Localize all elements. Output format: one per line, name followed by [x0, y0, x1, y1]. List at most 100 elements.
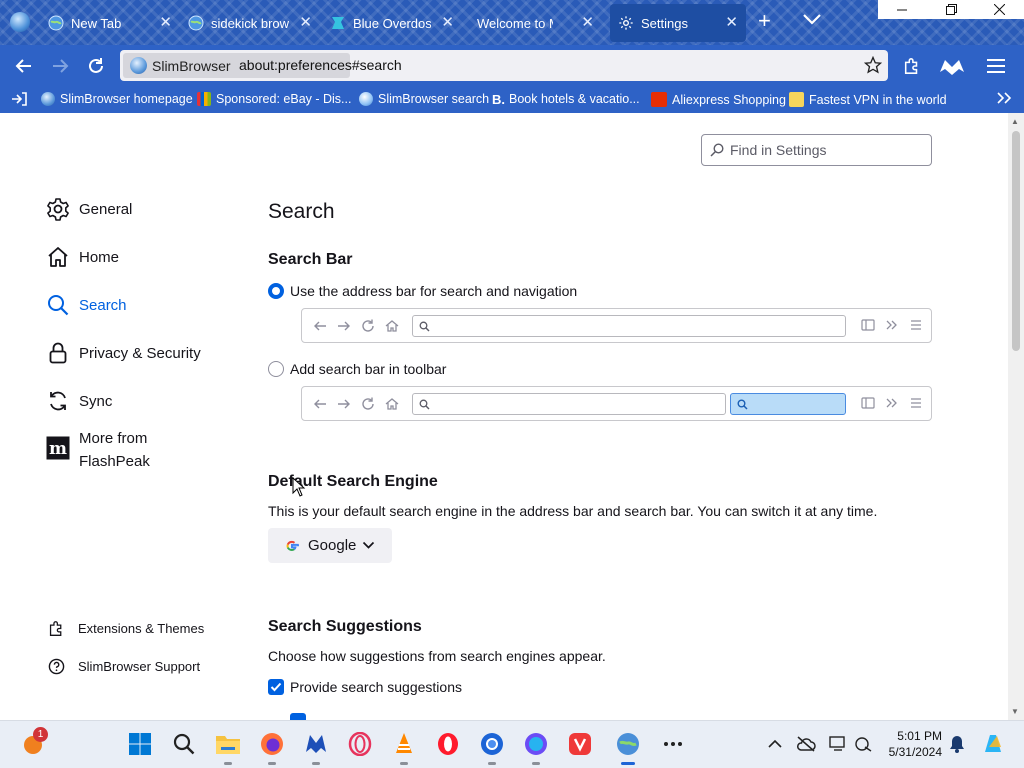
close-icon[interactable]: ✕: [159, 15, 172, 30]
extensions-icon[interactable]: [901, 55, 923, 77]
scroll-down-icon[interactable]: ▼: [1011, 707, 1019, 716]
malwarebytes-taskbar-icon[interactable]: [303, 731, 329, 765]
bookmarks-toolbar: SlimBrowser homepage Sponsored: eBay - D…: [0, 87, 1024, 113]
radio-button-checked[interactable]: [268, 283, 284, 299]
cloud-offline-icon[interactable]: [793, 731, 819, 757]
sidebar-item-more-from-flashpeak[interactable]: m More from FlashPeak: [45, 427, 169, 473]
network-status-icon[interactable]: [851, 731, 877, 757]
running-indicator: [400, 762, 408, 765]
vivaldi-icon[interactable]: [567, 731, 593, 757]
tab-label: New Tab: [71, 15, 122, 31]
sidebar-item-sync[interactable]: Sync: [45, 388, 112, 414]
slimbrowser-logo-icon[interactable]: [10, 12, 30, 32]
close-icon[interactable]: ✕: [299, 15, 312, 30]
close-icon[interactable]: ✕: [441, 15, 454, 30]
hamburger-menu-icon[interactable]: [985, 55, 1007, 77]
vlc-icon[interactable]: [391, 731, 417, 765]
checkbox-checked[interactable]: [268, 679, 284, 695]
opera-icon[interactable]: [435, 731, 461, 757]
sidebar-item-general[interactable]: General: [45, 196, 132, 222]
taskbar-search-icon[interactable]: [171, 731, 197, 757]
opera-gx-icon[interactable]: [347, 731, 373, 757]
reload-icon: [362, 319, 374, 332]
bookmark-slimbrowser-search[interactable]: SlimBrowser search: [359, 92, 489, 106]
new-tab-button[interactable]: +: [758, 10, 771, 32]
bookmark-star-icon[interactable]: [863, 55, 883, 79]
import-bookmarks-icon[interactable]: [11, 92, 27, 106]
more-bookmarks-chevron-icon[interactable]: [996, 91, 1012, 105]
search-suggestions-description: Choose how suggestions from search engin…: [268, 648, 606, 664]
bookmark-ebay[interactable]: Sponsored: eBay - Dis...: [197, 92, 351, 106]
navigation-toolbar: SlimBrowser about:preferences#search: [0, 45, 1024, 87]
ebay-icon: [197, 92, 211, 106]
radio-use-address-bar[interactable]: Use the address bar for search and navig…: [268, 283, 577, 299]
clock[interactable]: 5:01 PM 5/31/2024: [880, 728, 942, 760]
file-explorer-icon[interactable]: [215, 731, 241, 765]
radio-button-unchecked[interactable]: [268, 361, 284, 377]
sidebar-item-search[interactable]: Search: [45, 292, 127, 318]
tab-settings[interactable]: Settings ✕: [610, 4, 746, 42]
preview-right-icons: [861, 396, 923, 410]
preview-url-field: [412, 393, 726, 415]
copilot-icon[interactable]: [980, 731, 1006, 757]
close-window-icon[interactable]: [975, 0, 1024, 19]
address-bar[interactable]: SlimBrowser about:preferences#search: [120, 50, 888, 81]
find-in-settings-input[interactable]: Find in Settings: [701, 134, 932, 166]
sidebar-link-extensions-themes[interactable]: Extensions & Themes: [47, 619, 204, 637]
tab-sidekick[interactable]: sidekick browser ✕: [188, 4, 320, 42]
sidebar-icon: [861, 319, 875, 331]
bookmark-aliexpress[interactable]: Aliexpress Shopping: [651, 92, 786, 107]
minimize-icon[interactable]: [878, 0, 927, 19]
reload-icon: [362, 397, 374, 410]
more-apps-icon[interactable]: [660, 731, 686, 757]
tab-malwarebytes[interactable]: Welcome to Malwarebytes ✕: [470, 4, 602, 42]
tab-new-tab[interactable]: New Tab ✕: [48, 4, 180, 42]
bookmark-vpn[interactable]: Fastest VPN in the world: [789, 92, 947, 107]
forward-arrow-icon[interactable]: [49, 55, 71, 77]
restore-icon[interactable]: [927, 0, 976, 19]
tray-chevron-up-icon[interactable]: [762, 731, 788, 757]
menu-icon: [911, 320, 921, 330]
checkbox-checked[interactable]: [290, 713, 306, 720]
close-icon[interactable]: ✕: [581, 15, 594, 30]
clock-time: 5:01 PM: [897, 729, 942, 743]
chevron-down-icon: [362, 541, 375, 550]
partial-checkbox-row[interactable]: [290, 713, 312, 720]
gear-icon: [618, 15, 634, 31]
slimbrowser-taskbar-icon[interactable]: [615, 731, 641, 765]
windows-start-icon[interactable]: [127, 731, 153, 757]
weather-widget-icon[interactable]: 1: [20, 727, 48, 757]
sidebar-item-home[interactable]: Home: [45, 244, 119, 270]
close-icon[interactable]: ✕: [725, 15, 738, 30]
chromium-icon[interactable]: [479, 731, 505, 765]
display-icon[interactable]: [825, 731, 851, 757]
scrollbar-thumb[interactable]: [1012, 131, 1020, 351]
sidebar-item-privacy-security[interactable]: Privacy & Security: [45, 340, 201, 366]
search-icon: [45, 292, 71, 318]
provide-suggestions-checkbox-row[interactable]: Provide search suggestions: [268, 679, 462, 695]
search-icon: [710, 143, 724, 157]
globe-icon: [48, 15, 64, 31]
firefox-icon[interactable]: [259, 731, 285, 765]
home-icon: [45, 244, 71, 270]
browser-orb-icon[interactable]: [523, 731, 549, 765]
reload-icon[interactable]: [85, 55, 107, 77]
malwarebytes-icon[interactable]: [939, 55, 965, 77]
url-text[interactable]: about:preferences#search: [239, 57, 402, 73]
sidebar-link-support[interactable]: SlimBrowser Support: [47, 657, 200, 675]
radio-label: Use the address bar for search and navig…: [290, 283, 578, 299]
bookmark-booking[interactable]: B. Book hotels & vacatio...: [492, 92, 640, 107]
back-arrow-icon[interactable]: [13, 55, 35, 77]
globe-icon: [188, 15, 204, 31]
sync-icon: [45, 388, 71, 414]
content-scrollbar[interactable]: ▲ ▼: [1008, 113, 1024, 720]
tab-blue-overdose[interactable]: Blue Overdose ✕: [330, 4, 462, 42]
scroll-up-icon[interactable]: ▲: [1011, 117, 1019, 126]
tab-list-chevron-icon[interactable]: [802, 12, 822, 31]
radio-add-search-bar[interactable]: Add search bar in toolbar: [268, 361, 446, 377]
bookmark-slimbrowser-homepage[interactable]: SlimBrowser homepage: [41, 92, 193, 106]
notification-bell-icon[interactable]: [944, 731, 970, 757]
search-engine-dropdown[interactable]: Google: [268, 528, 392, 563]
notification-badge: 1: [33, 727, 48, 742]
search-icon: [419, 321, 430, 332]
